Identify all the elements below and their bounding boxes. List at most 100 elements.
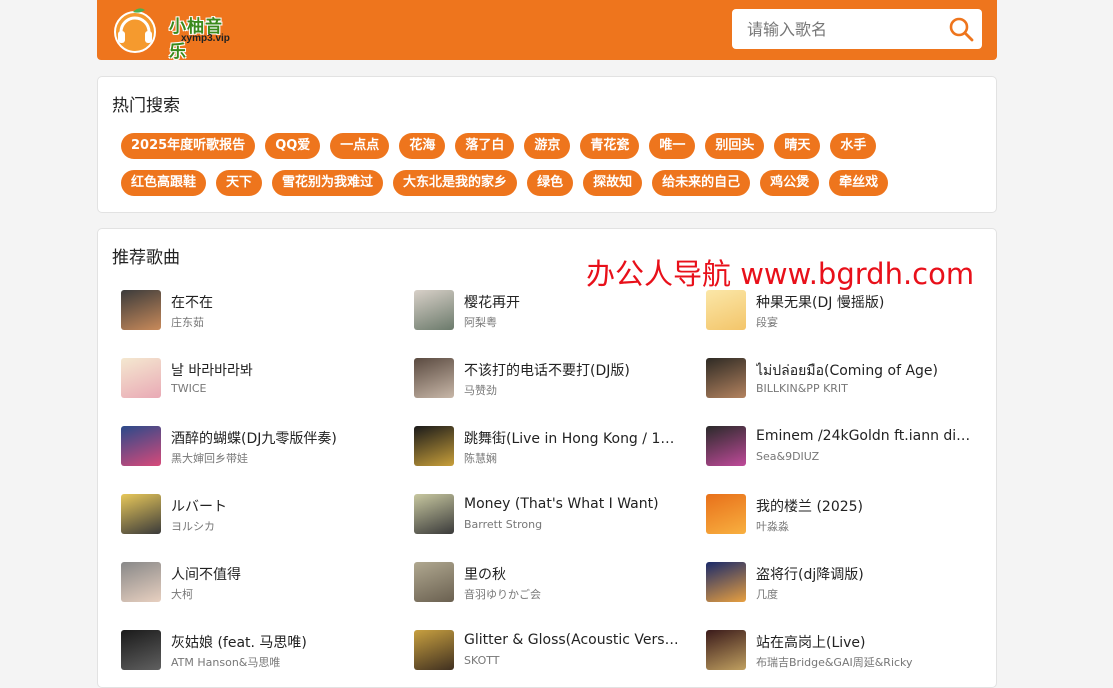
- hot-tag[interactable]: 一点点: [330, 133, 390, 159]
- hot-tag[interactable]: 游京: [524, 133, 571, 159]
- song-title: 不该打的电话不要打(DJ版): [464, 363, 630, 379]
- hot-tag[interactable]: 水手: [830, 133, 877, 159]
- song-artist: 大柯: [171, 588, 193, 601]
- hot-tag[interactable]: 晴天: [774, 133, 821, 159]
- watermark-text: 办公人导航 www.bgrdh.com: [586, 257, 975, 291]
- hot-tag[interactable]: 别回头: [705, 133, 765, 159]
- song-item[interactable]: Glitter & Gloss(Acoustic Version) SKOTT: [414, 630, 684, 672]
- song-item[interactable]: 站在高岗上(Live) 布瑞吉Bridge&GAI周延&Ricky: [706, 630, 976, 672]
- song-title: 酒醉的蝴蝶(DJ九零版伴奏): [171, 431, 337, 447]
- song-artist: 段宴: [756, 316, 778, 329]
- hot-tag[interactable]: 青花瓷: [580, 133, 640, 159]
- song-title: Eminem /24kGoldn ft.iann dior - Mood: [756, 428, 971, 444]
- orange-headphone-logo-icon: [114, 8, 156, 53]
- song-artist: Sea&9DIUZ: [756, 450, 820, 463]
- hot-tag[interactable]: 绿色: [527, 170, 574, 196]
- recommend-title: 推荐歌曲: [112, 248, 180, 268]
- song-item[interactable]: 酒醉的蝴蝶(DJ九零版伴奏) 黑大婶回乡带娃: [121, 426, 391, 468]
- album-cover: [121, 426, 161, 466]
- song-title: ไม่ปล่อยมือ(Coming of Age): [756, 363, 939, 379]
- song-artist: ATM Hanson&马思唯: [171, 656, 281, 669]
- hot-tag[interactable]: 探故知: [583, 170, 643, 196]
- hot-tag[interactable]: 落了白: [455, 133, 515, 159]
- song-title: Glitter & Gloss(Acoustic Version): [464, 632, 679, 648]
- song-item[interactable]: 人间不值得 大柯: [121, 562, 391, 604]
- hot-tag[interactable]: 鸡公煲: [760, 170, 820, 196]
- hot-tag-row: 红色高跟鞋 天下 雪花别为我难过 大东北是我的家乡 绿色 探故知 给未来的自己 鸡公煲 牵丝戏: [121, 170, 981, 197]
- hot-tag[interactable]: 给未来的自己: [652, 170, 751, 196]
- song-item[interactable]: 灰姑娘 (feat. 马思唯) ATM Hanson&马思唯: [121, 630, 391, 672]
- song-title: 我的楼兰 (2025): [756, 499, 864, 515]
- song-title: 樱花再开: [464, 295, 520, 311]
- hot-tag[interactable]: 天下: [216, 170, 263, 196]
- song-artist: 音羽ゆりかご会: [464, 588, 541, 601]
- song-artist: TWICE: [171, 382, 207, 395]
- album-cover: [121, 630, 161, 670]
- hot-search-title: 热门搜索: [112, 96, 180, 116]
- album-cover: [414, 426, 454, 466]
- hot-tag-row: 2025年度听歌报告 QQ爱 一点点 花海 落了白 游京 青花瓷 唯一 别回头 晴天 水手: [121, 133, 981, 160]
- song-item[interactable]: 里の秋音羽ゆりかご会: [414, 562, 684, 604]
- song-item[interactable]: 在不在 庄东茹: [121, 290, 391, 332]
- hot-tag[interactable]: QQ爱: [265, 133, 321, 159]
- song-item[interactable]: 种果无果(DJ 慢摇版) 段宴: [706, 290, 976, 332]
- song-title: 种果无果(DJ 慢摇版): [756, 295, 885, 311]
- song-title: 人间不值得: [171, 567, 241, 583]
- hot-tag[interactable]: 大东北是我的家乡: [393, 170, 518, 196]
- song-title: 里の秋: [464, 567, 506, 583]
- song-item[interactable]: ルバート ヨルシカ: [121, 494, 391, 536]
- song-artist: 布瑞吉Bridge&GAI周延&Ricky: [756, 656, 913, 669]
- song-item[interactable]: 盗将行(dj降调版) 几度: [706, 562, 976, 604]
- album-cover: [414, 562, 454, 602]
- album-cover: [706, 562, 746, 602]
- song-item[interactable]: 跳舞街(Live in Hong Kong / 1988) 陈慧娴: [414, 426, 684, 468]
- hot-tags: 2025年度听歌报告 QQ爱 一点点 花海 落了白 游京 青花瓷 唯一 别回头 晴天 水手 红色高跟…: [121, 133, 981, 207]
- song-artist: SKOTT: [464, 654, 500, 667]
- song-item[interactable]: Eminem /24kGoldn ft.iann dior - Mood Sea&…: [706, 426, 976, 468]
- song-item[interactable]: 我的楼兰 (2025) 叶淼淼: [706, 494, 976, 536]
- album-cover: [706, 426, 746, 466]
- album-cover: [121, 358, 161, 398]
- song-artist: 马赞劲: [464, 384, 497, 397]
- song-artist: 庄东茹: [171, 316, 204, 329]
- logo-domain: xymp3.vip: [181, 33, 230, 44]
- album-cover: [706, 290, 746, 330]
- song-artist: 阿梨粤: [464, 316, 497, 329]
- song-artist: 叶淼淼: [756, 520, 789, 533]
- album-cover: [706, 630, 746, 670]
- hot-tag[interactable]: 唯一: [649, 133, 696, 159]
- search-input[interactable]: [732, 9, 937, 49]
- song-artist: 陈慧娴: [464, 452, 497, 465]
- song-title: 跳舞街(Live in Hong Kong / 1988): [464, 431, 679, 447]
- hot-tag[interactable]: 牵丝戏: [829, 170, 889, 196]
- song-artist: Barrett Strong: [464, 518, 543, 531]
- site-header: 小柚音乐 xymp3.vip: [97, 0, 997, 62]
- hot-tag[interactable]: 红色高跟鞋: [121, 170, 207, 196]
- song-item[interactable]: 날 바라바라봐 TWICE: [121, 358, 391, 400]
- album-cover: [414, 290, 454, 330]
- song-item[interactable]: 樱花再开 阿梨粤: [414, 290, 684, 332]
- song-item[interactable]: Money (That's What I Want) Barrett Strong: [414, 494, 684, 536]
- song-title: 盗将行(dj降调版): [756, 567, 864, 583]
- site-logo[interactable]: 小柚音乐 xymp3.vip: [109, 4, 239, 62]
- song-item[interactable]: ไม่ปล่อยมือ(Coming of Age) BILLKIN&PP KRI…: [706, 358, 976, 400]
- album-cover: [414, 358, 454, 398]
- song-artist: BILLKIN&PP KRIT: [756, 382, 848, 395]
- song-title: ルバート: [171, 499, 227, 515]
- album-cover: [414, 494, 454, 534]
- album-cover: [121, 494, 161, 534]
- album-cover: [121, 562, 161, 602]
- hot-tag[interactable]: 雪花别为我难过: [272, 170, 384, 196]
- song-title: 站在高岗上(Live): [756, 635, 866, 651]
- song-item[interactable]: 不该打的电话不要打(DJ版) 马赞劲: [414, 358, 684, 400]
- hot-tag[interactable]: 花海: [399, 133, 446, 159]
- album-cover: [414, 630, 454, 670]
- recommend-panel: 推荐歌曲 办公人导航 www.bgrdh.com 在不在 庄东茹 樱花再开 阿梨粤 种果…: [97, 228, 997, 688]
- search-icon[interactable]: [948, 16, 974, 42]
- song-title: 날 바라바라봐: [171, 363, 253, 379]
- song-artist: ヨルシカ: [171, 520, 215, 533]
- song-title: 灰姑娘 (feat. 马思唯): [171, 635, 307, 651]
- hot-tag[interactable]: 2025年度听歌报告: [121, 133, 256, 159]
- song-artist: 黑大婶回乡带娃: [171, 452, 248, 465]
- song-artist: 几度: [756, 588, 778, 601]
